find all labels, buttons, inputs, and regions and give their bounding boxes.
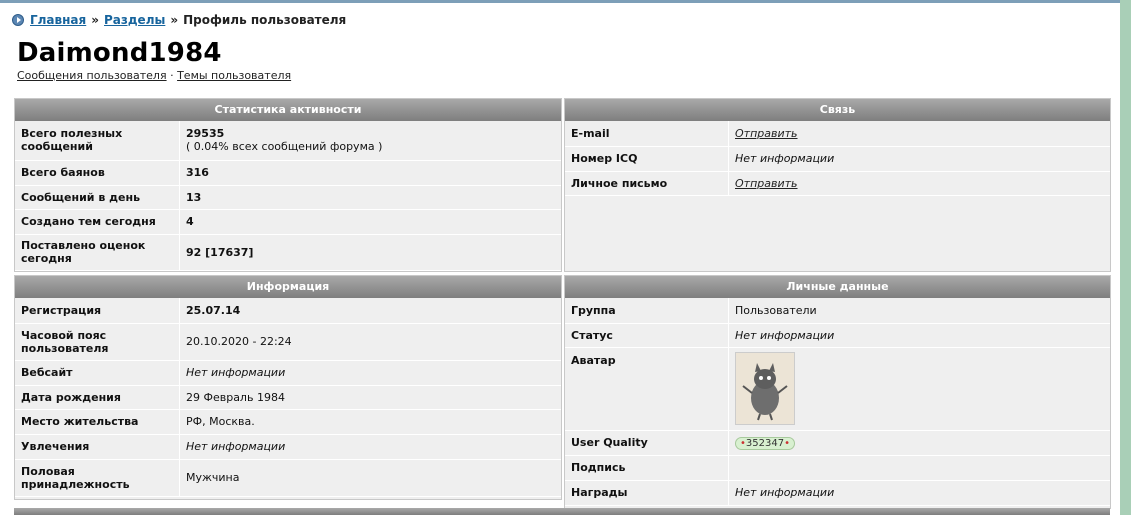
info-row: Увлечения Нет информации	[15, 434, 561, 460]
contact-label: Номер ICQ	[565, 146, 729, 172]
info-label: Место жительства	[15, 409, 180, 435]
stats-label: Сообщений в день	[15, 185, 180, 210]
personal-row: Статус Нет информации	[565, 323, 1110, 348]
info-label: Часовой пояс пользователя	[15, 323, 180, 361]
page-title: Daimond1984	[17, 38, 222, 68]
info-row: Часовой пояс пользователя 20.10.2020 - 2…	[15, 323, 561, 361]
info-value: Нет информации	[179, 434, 561, 460]
stats-row: Всего баянов 316	[15, 160, 561, 186]
stats-value: 29535 ( 0.04% всех сообщений форума )	[179, 121, 561, 161]
stats-label: Всего баянов	[15, 160, 180, 186]
breadcrumb-home-link[interactable]: Главная	[30, 13, 86, 27]
personal-label: Подпись	[565, 455, 729, 481]
personal-panel-title: Личные данные	[565, 276, 1110, 298]
info-label: Увлечения	[15, 434, 180, 460]
personal-label: Аватар	[565, 347, 729, 431]
profile-page: Главная » Разделы » Профиль пользователя…	[0, 3, 1120, 515]
personal-row: Аватар	[565, 347, 1110, 431]
contact-label: E-mail	[565, 121, 729, 147]
breadcrumb-sep: »	[91, 13, 99, 27]
info-value: РФ, Москва.	[179, 409, 561, 435]
personal-value	[728, 455, 1110, 481]
personal-label: User Quality	[565, 430, 729, 456]
breadcrumb-sep: »	[170, 13, 179, 27]
user-quality-badge: •352347•	[735, 436, 795, 450]
breadcrumb-current: Профиль пользователя	[183, 13, 347, 27]
contact-row: Номер ICQ Нет информации	[565, 146, 1110, 172]
personal-row: User Quality •352347•	[565, 430, 1110, 456]
stats-row: Всего полезных сообщений 29535 ( 0.04% в…	[15, 121, 561, 161]
useful-posts-share: ( 0.04% всех сообщений форума )	[186, 140, 383, 154]
stats-label: Создано тем сегодня	[15, 209, 180, 235]
contact-value: Нет информации	[728, 146, 1110, 172]
personal-value	[728, 347, 1110, 431]
contact-value: Отправить	[728, 121, 1110, 147]
info-value: Нет информации	[179, 360, 561, 386]
personal-value: •352347•	[728, 430, 1110, 456]
info-label: Регистрация	[15, 298, 180, 324]
info-panel-title: Информация	[15, 276, 561, 298]
profile-links: Сообщения пользователя · Темы пользовате…	[17, 69, 291, 82]
avatar[interactable]	[735, 352, 795, 425]
info-row: Регистрация 25.07.14	[15, 298, 561, 324]
right-scroll-strip	[1120, 0, 1131, 515]
stats-value: 4	[179, 209, 561, 235]
stats-label: Поставлено оценок сегодня	[15, 234, 180, 271]
stats-row: Поставлено оценок сегодня 92 [17637]	[15, 234, 561, 271]
useful-posts-count: 29535	[186, 127, 225, 141]
contact-row: Личное письмо Отправить	[565, 171, 1110, 196]
info-row: Вебсайт Нет информации	[15, 360, 561, 386]
breadcrumb: Главная » Разделы » Профиль пользователя	[12, 13, 346, 27]
stats-value: 13	[179, 185, 561, 210]
personal-row: Награды Нет информации	[565, 480, 1110, 506]
personal-label: Статус	[565, 323, 729, 348]
contact-panel: Связь E-mail Отправить Номер ICQ Нет инф…	[564, 98, 1111, 272]
personal-row: Группа Пользователи	[565, 298, 1110, 324]
contact-panel-title: Связь	[565, 99, 1110, 121]
personal-value: Пользователи	[728, 298, 1110, 324]
stats-value: 316	[179, 160, 561, 186]
personal-label: Группа	[565, 298, 729, 324]
contact-label: Личное письмо	[565, 171, 729, 196]
personal-row: Подпись	[565, 455, 1110, 481]
personal-value: Нет информации	[728, 323, 1110, 348]
info-value: 25.07.14	[179, 298, 561, 324]
user-quality-value: 352347	[745, 437, 785, 449]
stats-panel-title: Статистика активности	[15, 99, 561, 121]
contact-value: Отправить	[728, 171, 1110, 196]
stats-value: 92 [17637]	[179, 234, 561, 271]
info-value: 29 Февраль 1984	[179, 385, 561, 410]
personal-label: Награды	[565, 480, 729, 506]
user-posts-link[interactable]: Сообщения пользователя	[17, 69, 167, 82]
personal-value: Нет информации	[728, 480, 1110, 506]
info-row: Половая принадлежность Мужчина	[15, 459, 561, 497]
next-panel-header	[14, 508, 1110, 515]
info-panel: Информация Регистрация 25.07.14 Часовой …	[14, 275, 562, 500]
cat-avatar-icon	[736, 353, 794, 424]
link-separator: ·	[170, 69, 174, 82]
arrow-circle-icon	[12, 14, 24, 26]
stats-row: Сообщений в день 13	[15, 185, 561, 210]
info-label: Половая принадлежность	[15, 459, 180, 497]
info-label: Дата рождения	[15, 385, 180, 410]
stats-label: Всего полезных сообщений	[15, 121, 180, 161]
stats-row: Создано тем сегодня 4	[15, 209, 561, 235]
send-pm-link[interactable]: Отправить	[735, 177, 798, 190]
send-email-link[interactable]: Отправить	[735, 127, 798, 140]
info-row: Дата рождения 29 Февраль 1984	[15, 385, 561, 410]
personal-panel: Личные данные Группа Пользователи Статус…	[564, 275, 1111, 509]
info-value: Мужчина	[179, 459, 561, 497]
contact-row: E-mail Отправить	[565, 121, 1110, 147]
info-label: Вебсайт	[15, 360, 180, 386]
stats-panel: Статистика активности Всего полезных соо…	[14, 98, 562, 272]
info-value: 20.10.2020 - 22:24	[179, 323, 561, 361]
breadcrumb-sections-link[interactable]: Разделы	[104, 13, 165, 27]
user-topics-link[interactable]: Темы пользователя	[177, 69, 291, 82]
info-row: Место жительства РФ, Москва.	[15, 409, 561, 435]
